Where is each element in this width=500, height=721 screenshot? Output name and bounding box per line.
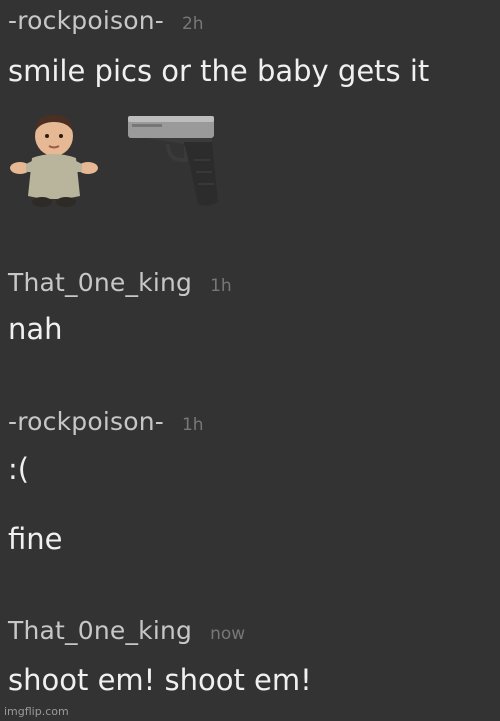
message-text: :( — [8, 452, 30, 486]
message-text: smile pics or the baby gets it — [8, 54, 430, 88]
pistol-emoji-icon — [128, 116, 218, 206]
timestamp: 1h — [181, 415, 204, 435]
username[interactable]: That_0ne_king — [8, 616, 192, 645]
timestamp: 1h — [210, 276, 232, 296]
baby-emoji-icon — [10, 114, 98, 207]
username[interactable]: That_0ne_king — [8, 268, 192, 297]
message-header: -rockpoison- 2h — [8, 6, 492, 35]
timestamp: 2h — [181, 14, 204, 34]
watermark: imgflip.com — [4, 705, 69, 718]
chat-message-2-header: That_0ne_king 1h — [8, 268, 492, 297]
timestamp: now — [210, 624, 246, 644]
emoji-row — [6, 110, 222, 210]
message-header: That_0ne_king 1h — [8, 268, 492, 297]
chat-message-4-header: That_0ne_king now — [8, 616, 492, 645]
message-text: shoot em! shoot em! — [8, 663, 312, 697]
username[interactable]: -rockpoison- — [8, 407, 164, 436]
username[interactable]: -rockpoison- — [8, 6, 164, 35]
message-header: -rockpoison- 1h — [8, 407, 492, 436]
chat-message-3-header: -rockpoison- 1h — [8, 407, 492, 436]
chat-message-1-header: -rockpoison- 2h — [8, 6, 492, 35]
message-text: nah — [8, 312, 63, 346]
message-text: fine — [8, 522, 63, 556]
message-header: That_0ne_king now — [8, 616, 492, 645]
